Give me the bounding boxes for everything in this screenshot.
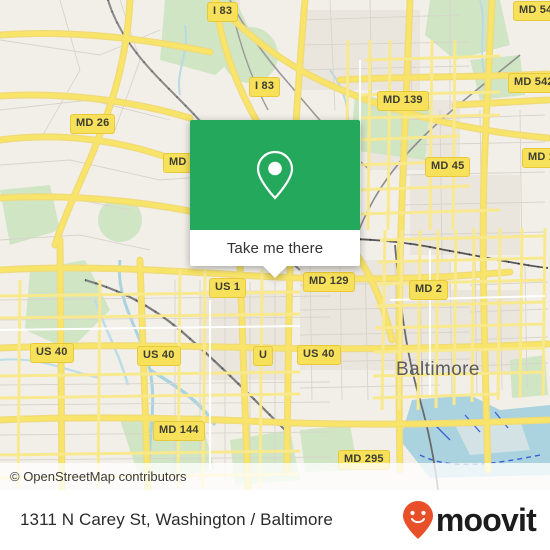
road-shield: US 40: [137, 346, 181, 366]
road-shield: MD 1: [522, 148, 550, 168]
popup-pointer: [262, 265, 288, 278]
road-shield: MD 2: [409, 280, 449, 300]
road-shield: MD 26: [70, 114, 116, 134]
address-label: 1311 N Carey St, Washington / Baltimore: [20, 510, 333, 529]
road-shield: MD 129: [303, 272, 355, 292]
road-shield: US 40: [30, 343, 74, 363]
road-shield: MD 144: [153, 421, 205, 441]
openstreetmap-attribution: © OpenStreetMap contributors: [10, 469, 187, 484]
moovit-pin-icon: [402, 501, 433, 539]
road-shield: MD: [163, 153, 193, 173]
moovit-map-screenshot: Baltimore I 83 MD 542 I 83 MD 542 MD 139…: [0, 0, 550, 550]
moovit-brand[interactable]: moovit: [402, 500, 537, 540]
moovit-wordmark: moovit: [435, 502, 537, 538]
road-shield: U: [253, 346, 274, 366]
map-pin-icon: [256, 150, 294, 200]
location-popup-card[interactable]: Take me there: [190, 120, 360, 278]
popup-header: [190, 120, 360, 230]
road-shield: MD 45: [425, 157, 471, 177]
road-shield: MD 139: [377, 91, 429, 111]
map-canvas[interactable]: Baltimore I 83 MD 542 I 83 MD 542 MD 139…: [0, 0, 550, 490]
popup-action-bar[interactable]: Take me there: [190, 230, 360, 278]
road-shield: US 40: [297, 345, 341, 365]
road-shield: I 83: [249, 77, 281, 97]
road-shield: MD 542: [508, 73, 550, 93]
road-shield: US 1: [209, 278, 247, 298]
road-shield: I 83: [207, 2, 239, 22]
map-attribution-bar: © OpenStreetMap contributors: [0, 463, 550, 490]
footer-bar: 1311 N Carey St, Washington / Baltimore …: [0, 490, 550, 550]
city-label-baltimore: Baltimore: [396, 359, 480, 380]
take-me-there-label: Take me there: [226, 239, 324, 257]
road-shield: MD 542: [513, 1, 550, 21]
